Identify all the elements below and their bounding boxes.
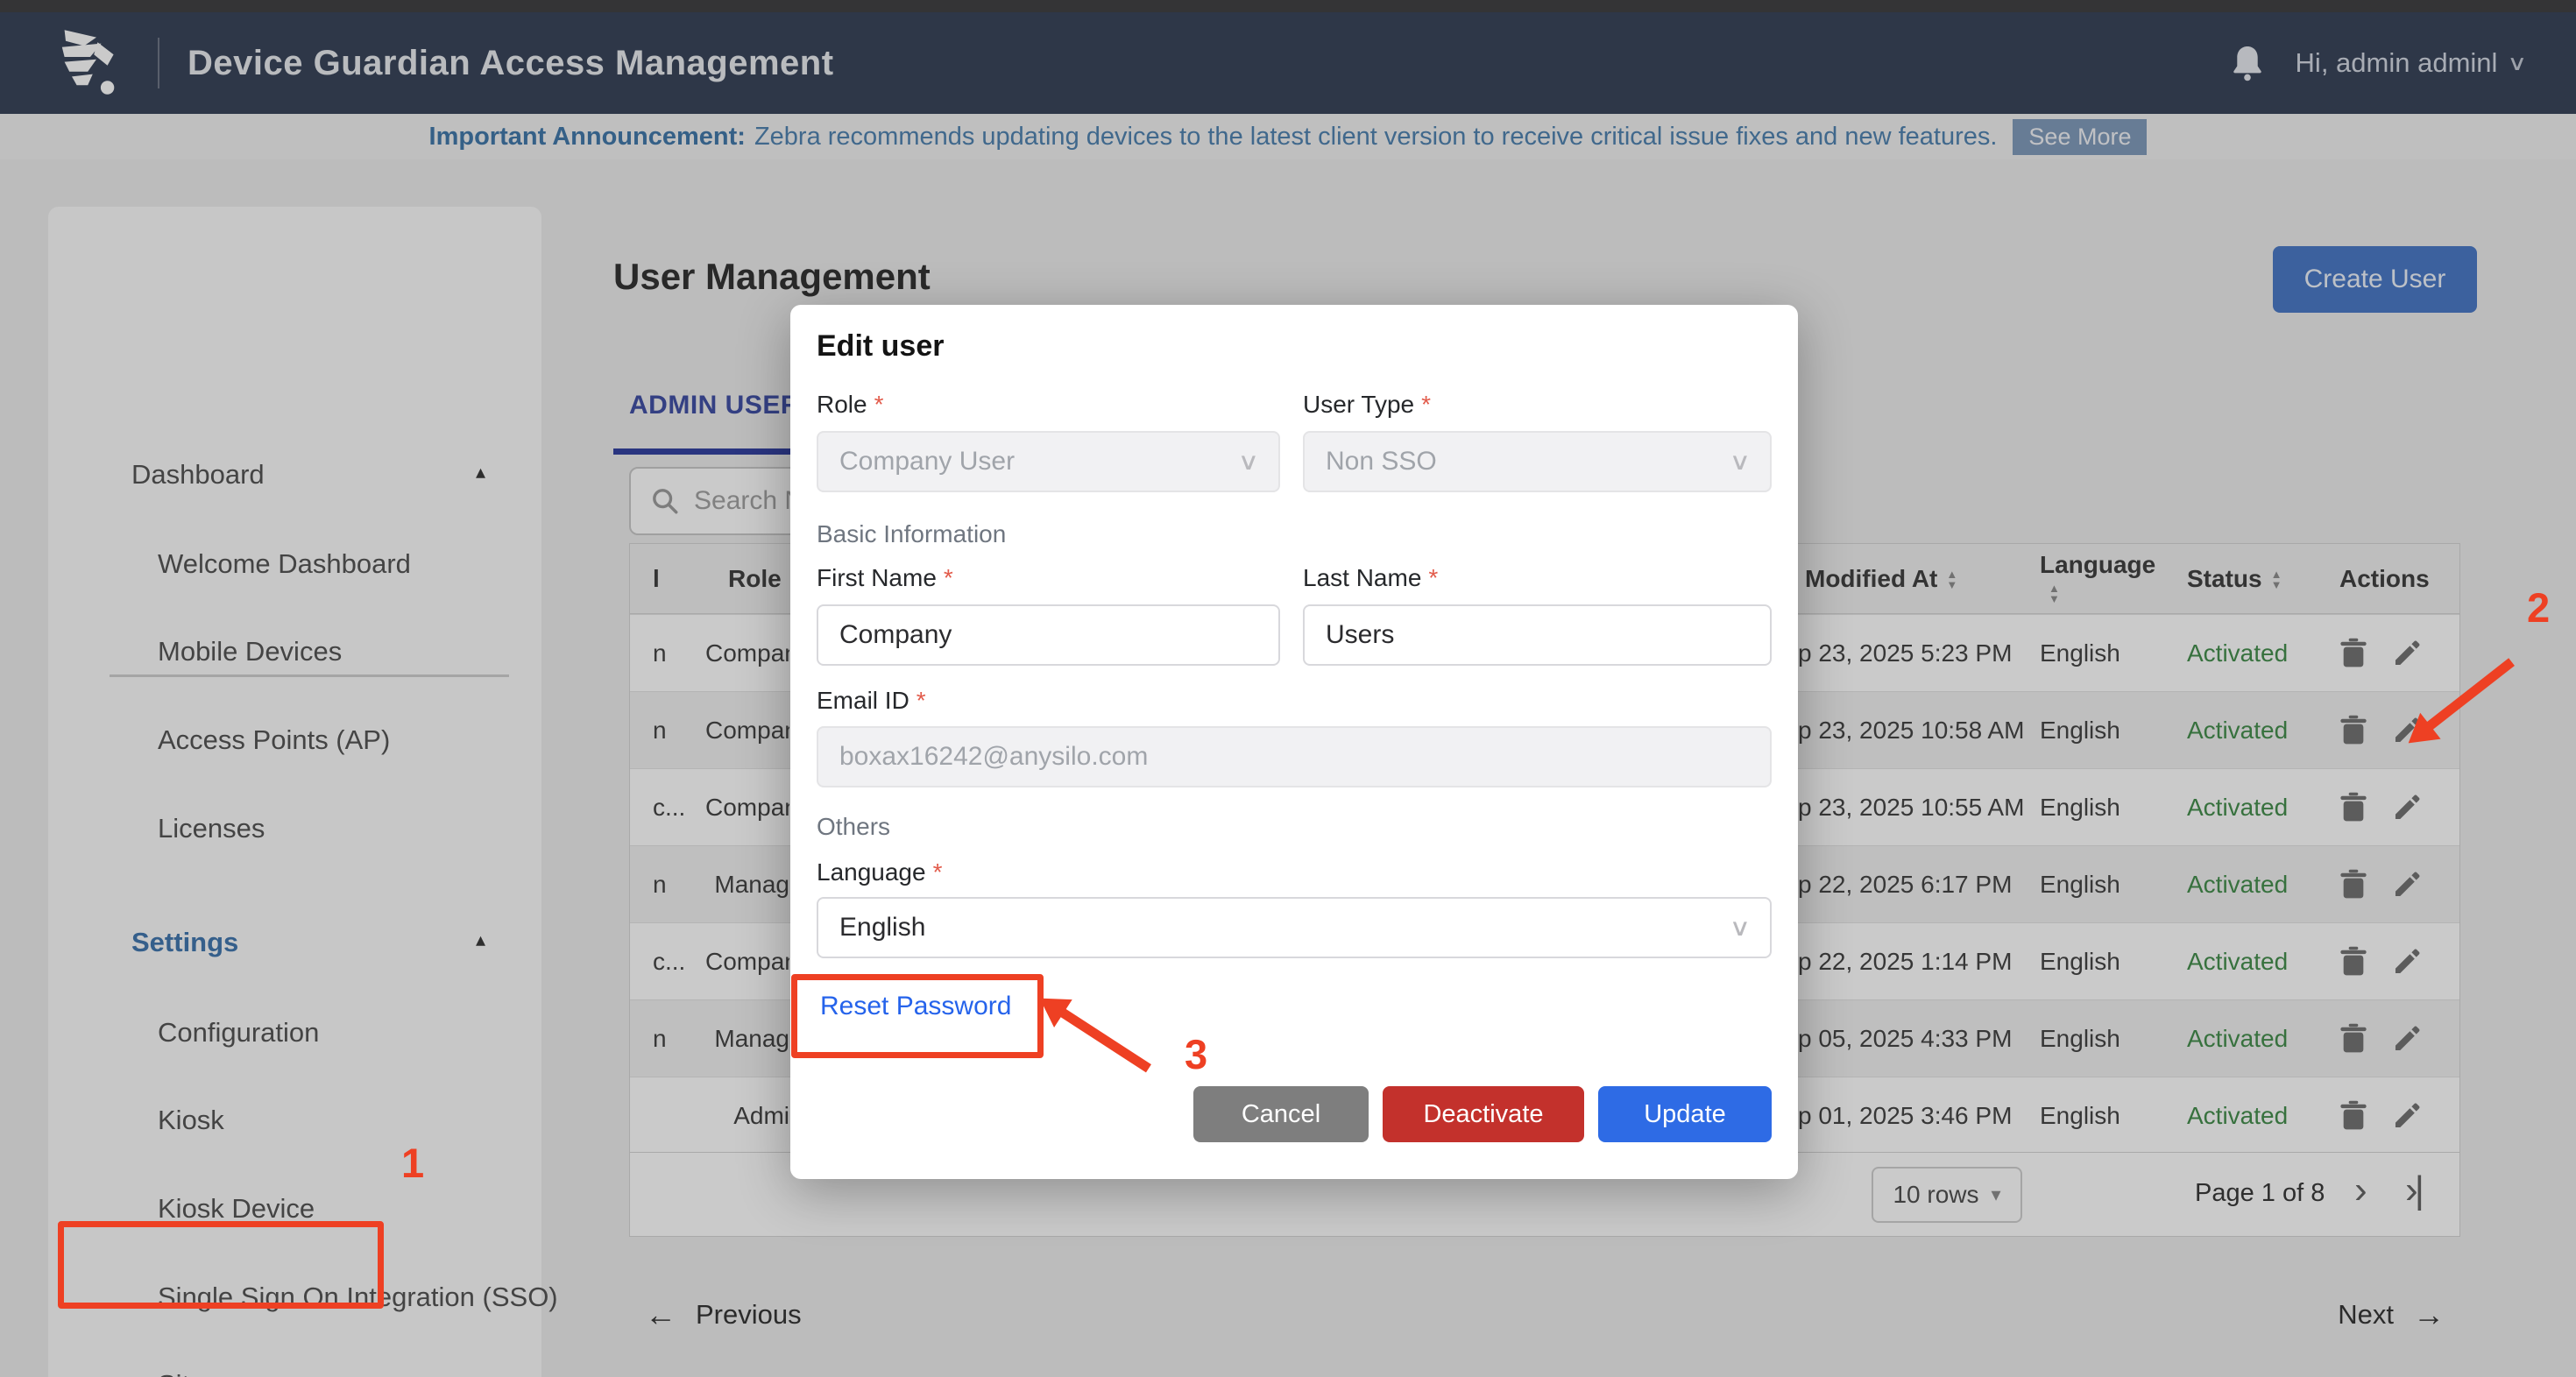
others-section-label: Others xyxy=(817,813,890,841)
role-label: Role* xyxy=(817,391,884,419)
required-asterisk: * xyxy=(916,687,926,714)
required-asterisk: * xyxy=(1428,564,1438,591)
first-name-field[interactable]: Company xyxy=(817,604,1280,666)
user-type-label: User Type* xyxy=(1303,391,1431,419)
annotation-box-user-management xyxy=(58,1221,384,1309)
user-type-select[interactable]: Non SSO ∨ xyxy=(1303,431,1772,492)
annotation-number-1: 1 xyxy=(401,1139,424,1187)
role-select[interactable]: Company User ∨ xyxy=(817,431,1280,492)
required-asterisk: * xyxy=(874,391,884,418)
annotation-box-reset-password xyxy=(791,974,1044,1058)
first-name-label: First Name* xyxy=(817,564,953,592)
modal-title: Edit user xyxy=(817,329,944,364)
language-label: Language* xyxy=(817,858,942,886)
basic-information-section-label: Basic Information xyxy=(817,520,1006,548)
chevron-down-icon: ∨ xyxy=(1730,914,1752,942)
email-id-field: boxax16242@anysilo.com xyxy=(817,726,1772,787)
chevron-down-icon: ∨ xyxy=(1238,448,1260,476)
required-asterisk: * xyxy=(933,858,943,886)
email-id-label: Email ID* xyxy=(817,687,926,715)
required-asterisk: * xyxy=(1421,391,1431,418)
language-select[interactable]: English ∨ xyxy=(817,897,1772,958)
annotation-number-2: 2 xyxy=(2527,583,2550,632)
deactivate-button[interactable]: Deactivate xyxy=(1383,1086,1584,1142)
update-button[interactable]: Update xyxy=(1598,1086,1772,1142)
cancel-button[interactable]: Cancel xyxy=(1193,1086,1369,1142)
annotation-number-3: 3 xyxy=(1185,1030,1207,1078)
last-name-label: Last Name* xyxy=(1303,564,1438,592)
last-name-field[interactable]: Users xyxy=(1303,604,1772,666)
required-asterisk: * xyxy=(944,564,953,591)
chevron-down-icon: ∨ xyxy=(1730,448,1752,476)
